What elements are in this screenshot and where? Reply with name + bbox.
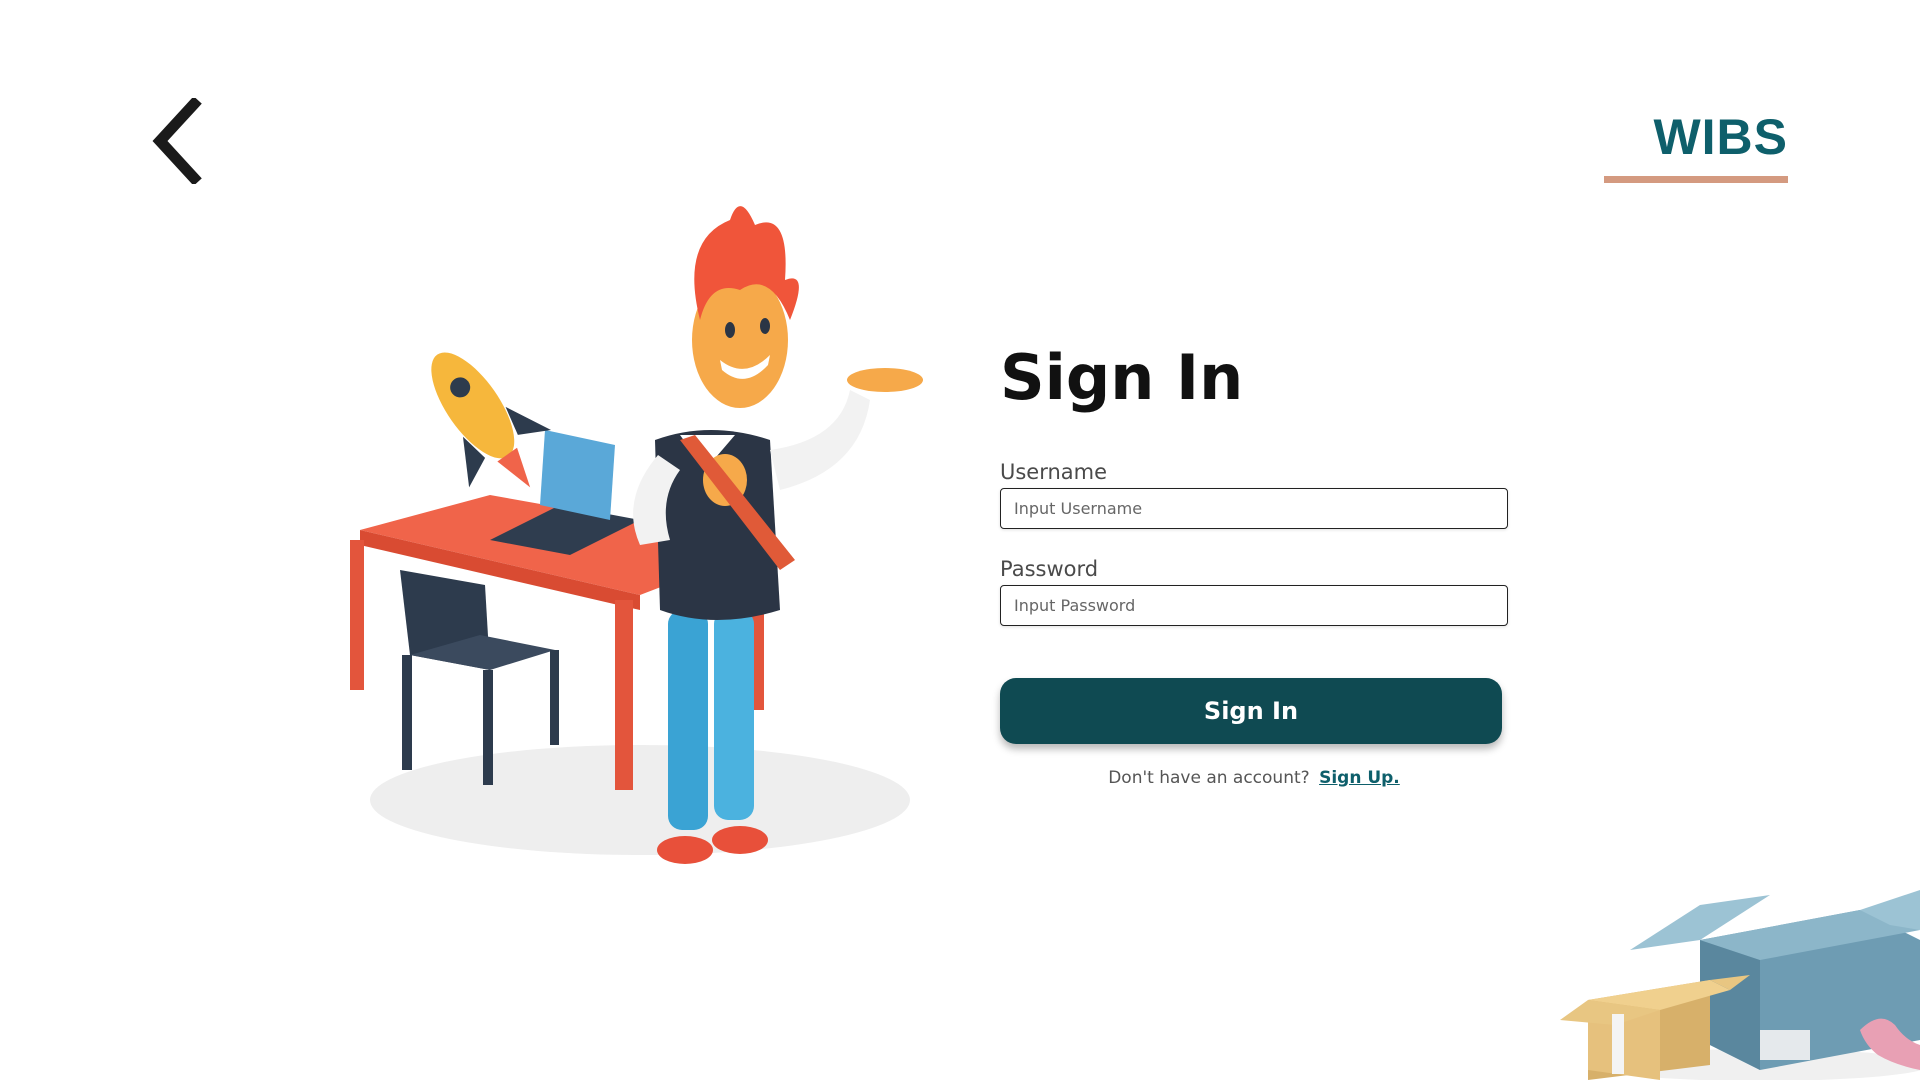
back-button[interactable] [150,98,210,184]
sign-in-form: Sign In Username Password Sign In Don't … [1000,340,1510,788]
signup-prompt-text: Don't have an account? [1108,768,1310,788]
person-desk-rocket-illustration [340,200,940,900]
brand-logo-text: WIBS [1653,109,1788,165]
open-boxes-illustration [1560,830,1920,1080]
chevron-left-icon [152,98,202,184]
sign-up-link[interactable]: Sign Up. [1319,768,1400,788]
username-input[interactable] [1000,488,1508,529]
sign-in-button[interactable]: Sign In [1000,678,1502,744]
signup-prompt-line: Don't have an account? Sign Up. [1000,768,1508,788]
username-label: Username [1000,460,1108,484]
brand-logo: WIBS [1604,109,1788,183]
page-title: Sign In [1000,341,1244,414]
password-label: Password [1000,557,1099,581]
sign-in-page: WIBS Sign In Username Input Username Pas… [0,0,1920,1080]
brand-logo-underline [1604,176,1788,183]
password-input[interactable] [1000,585,1508,626]
